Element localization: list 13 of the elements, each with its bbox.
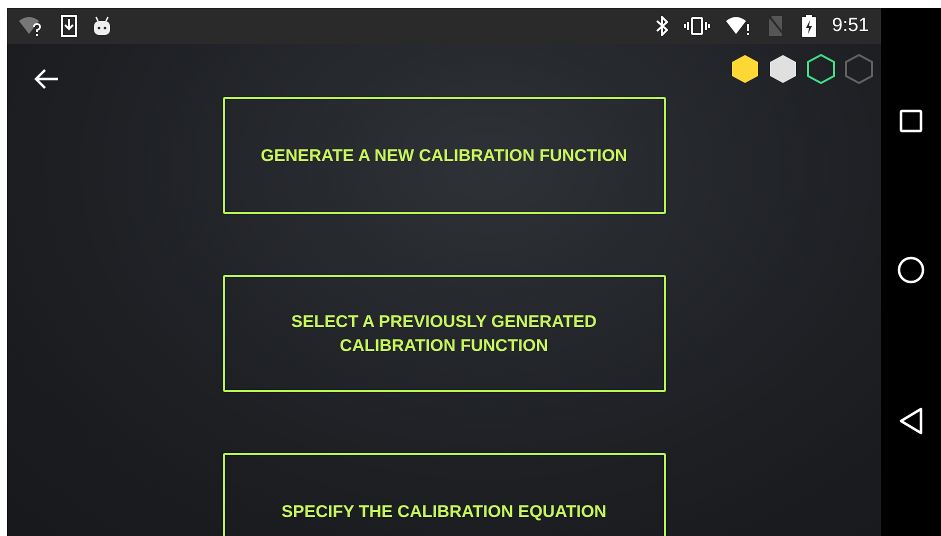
download-icon bbox=[61, 15, 77, 37]
battery-charging-icon bbox=[802, 15, 816, 37]
clock-time: 9:51 bbox=[832, 15, 869, 37]
home-button[interactable] bbox=[897, 256, 925, 284]
bluetooth-icon bbox=[656, 16, 668, 36]
back-button[interactable] bbox=[33, 68, 59, 90]
option-button[interactable]: SELECT A PREVIOUSLY GENERATED CALIBRATION FUNCTION bbox=[222, 275, 666, 392]
vibrate-icon bbox=[684, 16, 710, 36]
recents-button[interactable] bbox=[899, 109, 923, 134]
back-nav-button[interactable] bbox=[899, 406, 923, 435]
option-button[interactable]: GENERATE A NEW CALIBRATION FUNCTION bbox=[222, 97, 666, 214]
option-button[interactable]: SPECIFY THE CALIBRATION EQUATION bbox=[222, 453, 666, 536]
android-icon bbox=[93, 16, 111, 36]
